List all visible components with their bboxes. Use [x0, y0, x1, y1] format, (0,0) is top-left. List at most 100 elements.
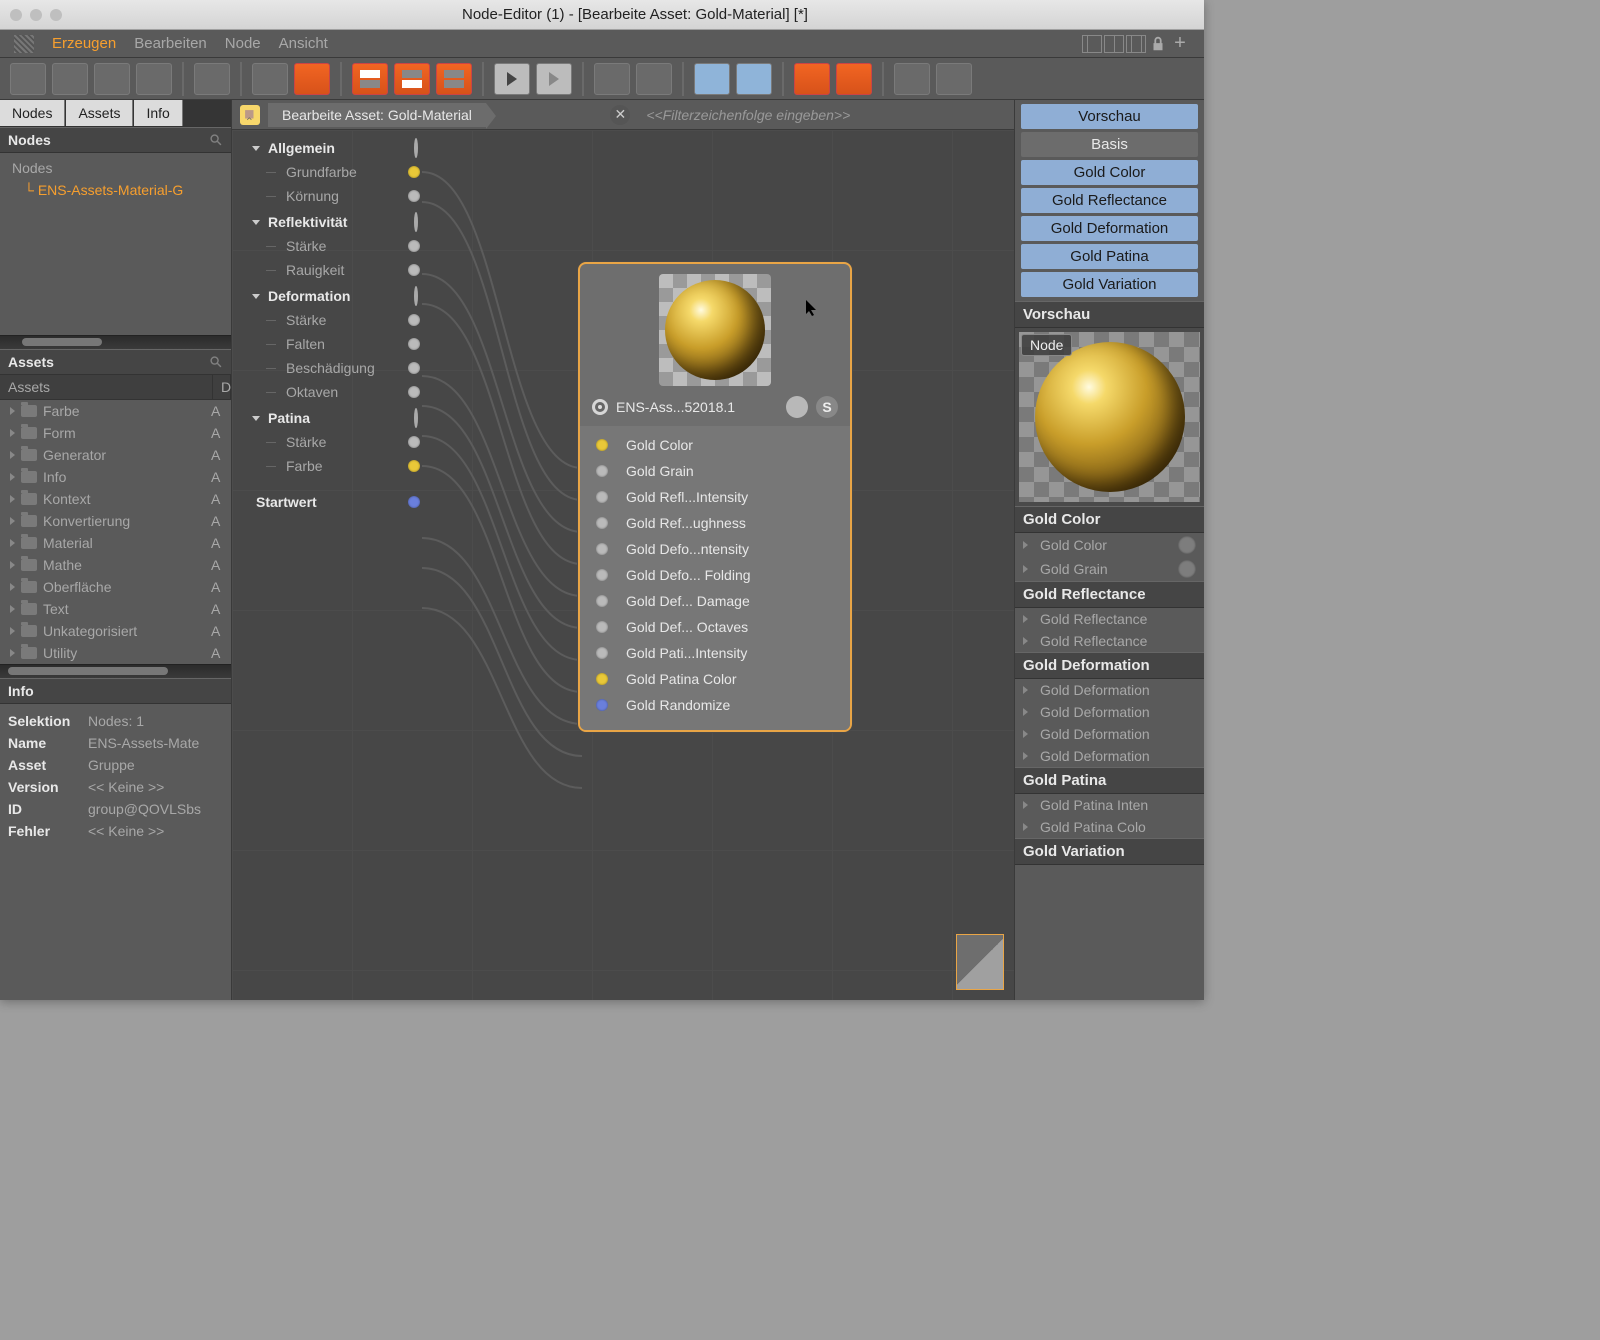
port-icon[interactable] — [596, 647, 608, 659]
param-group-title[interactable]: Deformation — [244, 282, 420, 308]
port-icon[interactable] — [408, 338, 420, 350]
input-slot-icon[interactable] — [1178, 560, 1196, 578]
minimize-button[interactable] — [30, 9, 42, 21]
asset-row[interactable]: Utility A — [0, 642, 231, 664]
port-icon[interactable] — [596, 621, 608, 633]
toolbar-button-b[interactable] — [636, 63, 672, 95]
port-icon[interactable] — [596, 699, 608, 711]
port-icon[interactable] — [596, 569, 608, 581]
asset-row[interactable]: Text A — [0, 598, 231, 620]
breadcrumb[interactable]: Bearbeite Asset: Gold-Material — [268, 103, 486, 127]
port-icon[interactable] — [408, 166, 420, 178]
nodes-root[interactable]: Nodes — [6, 157, 225, 179]
layout-icon-1[interactable] — [1082, 35, 1102, 53]
param-group-title[interactable]: Allgemein — [244, 134, 420, 160]
port-icon[interactable] — [596, 673, 608, 685]
param-item[interactable]: Stärke — [244, 308, 420, 332]
toolbar-button-a[interactable] — [594, 63, 630, 95]
right-section-header[interactable]: Gold Deformation — [1015, 652, 1204, 679]
zoom-button[interactable] — [50, 9, 62, 21]
port-icon[interactable] — [408, 386, 420, 398]
param-item[interactable]: Beschädigung — [244, 356, 420, 380]
nodes-child[interactable]: └ ENS-Assets-Material-G — [6, 179, 225, 201]
param-item[interactable]: Grundfarbe — [244, 160, 420, 184]
close-button[interactable] — [10, 9, 22, 21]
tab-gold-deformation[interactable]: Gold Deformation — [1021, 216, 1198, 241]
pin-icon[interactable] — [240, 105, 260, 125]
param-item[interactable]: Körnung — [244, 184, 420, 208]
property-row[interactable]: Gold Patina Colo — [1015, 816, 1204, 838]
node-port-row[interactable]: Gold Grain — [580, 458, 850, 484]
toolbar-button-e[interactable] — [794, 63, 830, 95]
property-row[interactable]: Gold Deformation — [1015, 701, 1204, 723]
toolbar-button-f[interactable] — [836, 63, 872, 95]
port-icon[interactable] — [414, 212, 418, 232]
toolbar-button-1[interactable] — [10, 63, 46, 95]
port-icon[interactable] — [596, 595, 608, 607]
asset-row[interactable]: Material A — [0, 532, 231, 554]
property-row[interactable]: Gold Patina Inten — [1015, 794, 1204, 816]
tab-gold-color[interactable]: Gold Color — [1021, 160, 1198, 185]
param-item[interactable]: Farbe — [244, 454, 420, 478]
param-item[interactable]: Startwert — [244, 490, 420, 514]
property-row[interactable]: Gold Reflectance — [1015, 608, 1204, 630]
toolbar-button-g[interactable] — [894, 63, 930, 95]
right-section-header[interactable]: Gold Color — [1015, 506, 1204, 533]
filter-input[interactable]: <<Filterzeichenfolge eingeben>> — [638, 107, 1006, 123]
toolbar-play-1[interactable] — [494, 63, 530, 95]
search-icon[interactable] — [209, 133, 223, 147]
node-port-row[interactable]: Gold Patina Color — [580, 666, 850, 692]
port-icon[interactable] — [408, 496, 420, 508]
tab-gold-patina[interactable]: Gold Patina — [1021, 244, 1198, 269]
menu-node[interactable]: Node — [225, 35, 261, 52]
asset-row[interactable]: Kontext A — [0, 488, 231, 510]
param-group-title[interactable]: Patina — [244, 404, 420, 430]
asset-row[interactable]: Oberfläche A — [0, 576, 231, 598]
node-port-row[interactable]: Gold Color — [580, 432, 850, 458]
lock-icon[interactable] — [1148, 35, 1168, 53]
asset-row[interactable]: Form A — [0, 422, 231, 444]
port-icon[interactable] — [414, 138, 418, 158]
port-icon[interactable] — [596, 517, 608, 529]
clear-filter-button[interactable]: ✕ — [610, 105, 630, 125]
toolbar-button-5[interactable] — [194, 63, 230, 95]
toolbar-button-3[interactable] — [94, 63, 130, 95]
node-port-row[interactable]: Gold Randomize — [580, 692, 850, 718]
tab-basis[interactable]: Basis — [1021, 132, 1198, 157]
port-icon[interactable] — [596, 543, 608, 555]
plus-icon[interactable]: + — [1170, 35, 1190, 53]
texture-swatch-icon[interactable] — [14, 35, 34, 53]
property-row[interactable]: Gold Deformation — [1015, 679, 1204, 701]
assets-scrollbar[interactable] — [0, 664, 231, 678]
param-item[interactable]: Rauigkeit — [244, 258, 420, 282]
input-slot-icon[interactable] — [1178, 536, 1196, 554]
node-output-port[interactable] — [786, 396, 808, 418]
port-icon[interactable] — [408, 190, 420, 202]
param-item[interactable]: Oktaven — [244, 380, 420, 404]
menu-ansicht[interactable]: Ansicht — [279, 35, 328, 52]
toolbar-button-2[interactable] — [52, 63, 88, 95]
node-port-row[interactable]: Gold Refl...Intensity — [580, 484, 850, 510]
asset-row[interactable]: Konvertierung A — [0, 510, 231, 532]
material-node[interactable]: ENS-Ass...52018.1 S Gold ColorGold Grain… — [578, 262, 852, 732]
tab-info[interactable]: Info — [134, 100, 182, 126]
port-icon[interactable] — [408, 362, 420, 374]
port-icon[interactable] — [408, 240, 420, 252]
port-icon[interactable] — [596, 439, 608, 451]
toolbar-button-h[interactable] — [936, 63, 972, 95]
nodes-scrollbar[interactable] — [0, 335, 231, 349]
port-icon[interactable] — [414, 408, 418, 428]
toolbar-row-top[interactable] — [352, 63, 388, 95]
toolbar-button-7[interactable] — [294, 63, 330, 95]
param-item[interactable]: Stärke — [244, 234, 420, 258]
layout-icon-3[interactable] — [1126, 35, 1146, 53]
asset-row[interactable]: Unkategorisiert A — [0, 620, 231, 642]
node-port-row[interactable]: Gold Pati...Intensity — [580, 640, 850, 666]
port-icon[interactable] — [596, 465, 608, 477]
node-port-row[interactable]: Gold Ref...ughness — [580, 510, 850, 536]
toolbar-row-mid[interactable] — [394, 63, 430, 95]
toolbar-button-c[interactable] — [694, 63, 730, 95]
right-section-header[interactable]: Gold Patina — [1015, 767, 1204, 794]
node-port-row[interactable]: Gold Defo... Folding — [580, 562, 850, 588]
property-row[interactable]: Gold Deformation — [1015, 745, 1204, 767]
